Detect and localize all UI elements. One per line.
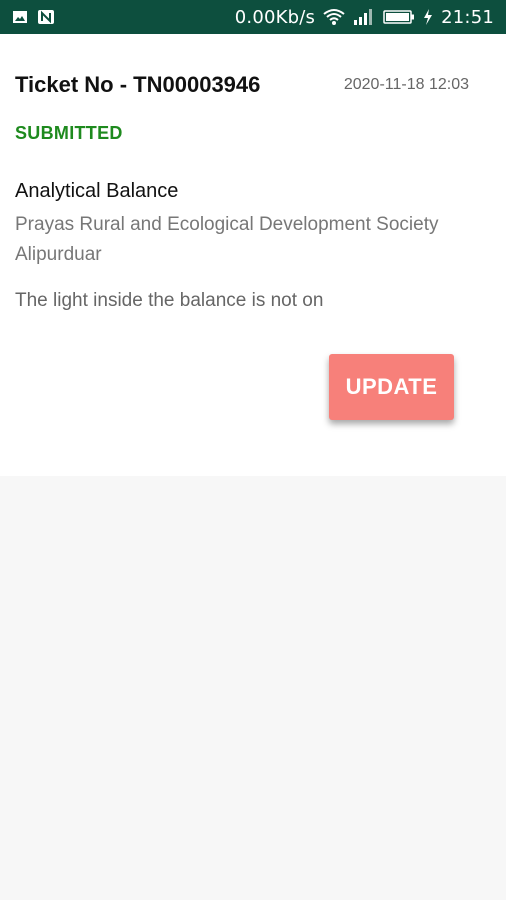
ticket-number: Ticket No - TN00003946 [15,72,261,97]
status-bar: 0.00Kb/s 21:51 [0,0,506,34]
image-icon [12,10,28,24]
ticket-datetime: 2020-11-18 12:03 [343,76,469,93]
product-name: Analytical Balance [15,180,179,202]
status-bar-left [12,10,54,24]
issue-description: The light inside the balance is not on [15,290,324,311]
clock: 21:51 [441,6,494,28]
charging-icon [423,9,433,25]
battery-icon [383,9,415,25]
n-icon [38,10,54,24]
status-bar-right: 0.00Kb/s 21:51 [235,7,494,28]
update-button[interactable]: UPDATE [329,354,454,420]
status-label: SUBMITTED [15,123,123,143]
network-speed: 0.00Kb/s [234,6,316,28]
signal-icon [353,8,375,26]
organization-name: Prayas Rural and Ecological Development … [15,214,439,265]
wifi-icon [323,8,345,26]
ticket-card[interactable]: Ticket No - TN00003946 2020-11-18 12:03 … [0,34,506,476]
